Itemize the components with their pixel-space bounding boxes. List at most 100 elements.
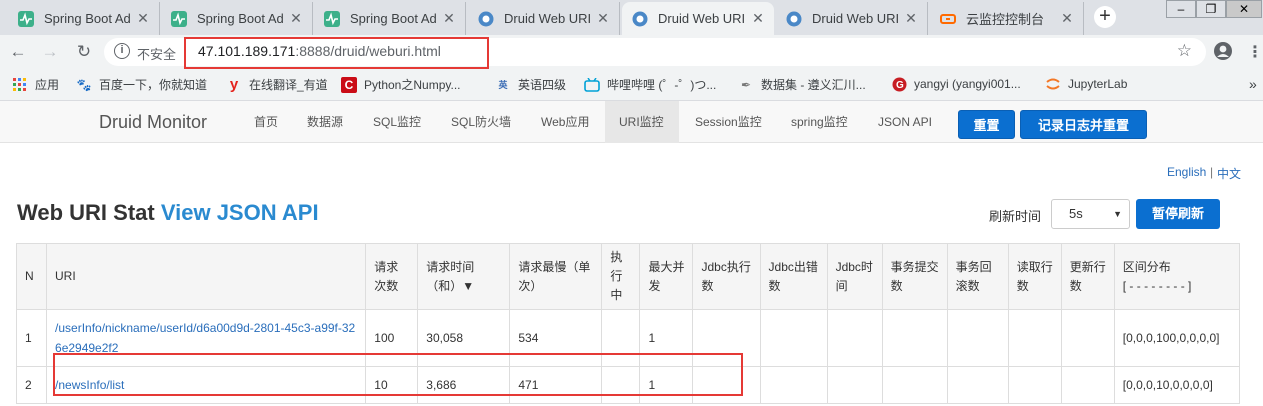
nav-home[interactable]: 首页 (240, 101, 292, 143)
reset-button[interactable]: 重置 (958, 110, 1015, 139)
page-title-text: Web URI Stat (17, 200, 155, 225)
close-icon[interactable]: ✕ (135, 10, 151, 26)
reload-button[interactable]: ↻ (73, 41, 95, 63)
bookmark-item[interactable]: JupyterLab (1045, 76, 1127, 92)
json-api-link[interactable]: View JSON API (161, 200, 319, 225)
refresh-label: 刷新时间 (989, 209, 1042, 224)
cell-jdbc-time (826, 366, 883, 404)
close-icon[interactable]: ✕ (750, 10, 766, 26)
account-icon[interactable] (1213, 41, 1233, 61)
druid-navbar: Druid Monitor 首页 数据源 SQL监控 SQL防火墙 Web应用 … (0, 101, 1263, 143)
druid-icon (632, 11, 648, 27)
nav-sql-firewall[interactable]: SQL防火墙 (437, 101, 525, 143)
forward-button[interactable]: → (39, 41, 61, 63)
caret-down-icon: ▼ (1113, 209, 1122, 219)
brand-title[interactable]: Druid Monitor (99, 112, 207, 133)
lang-chinese-link[interactable]: 中文 (1217, 165, 1241, 182)
column-header[interactable]: 区间分布 [ - - - - - - - - ] (1113, 243, 1241, 310)
browser-tab-strip: Spring Boot Ad ✕ Spring Boot Ad ✕ Spring… (0, 0, 1263, 35)
bookmark-item[interactable]: ✒ 数据集 - 遵义汇川... (738, 76, 866, 93)
csdn-icon: C (341, 76, 357, 93)
gitee-icon: G (891, 76, 907, 92)
refresh-interval-select[interactable]: 5s ▼ (1051, 199, 1130, 229)
pause-refresh-button[interactable]: 暂停刷新 (1136, 199, 1220, 229)
page-title: Web URI Stat View JSON API (17, 200, 319, 226)
cell-tx-commit (881, 309, 948, 367)
cell-read-rows (1007, 366, 1062, 404)
table-header-row: N URI 请求次数 请求时间（和）▼ 请求最慢（单次） 执行中 最大并发 Jd… (15, 243, 1241, 310)
column-header[interactable]: 请求最慢（单次） (509, 243, 603, 310)
bookmark-item[interactable]: 哔哩哔哩 (゜-゜)つ... (584, 76, 716, 93)
cell-tx-rollback (946, 309, 1009, 367)
browser-tab[interactable]: Spring Boot Ad ✕ (314, 2, 466, 35)
info-icon[interactable]: i (114, 43, 130, 59)
browser-tab[interactable]: Druid Web URI ✕ (776, 2, 928, 35)
nav-uri-monitor[interactable]: URI监控 (605, 101, 679, 143)
reset-log-button[interactable]: 记录日志并重置 (1020, 110, 1147, 139)
star-icon[interactable]: ☆ (1177, 41, 1192, 61)
bookmark-item[interactable]: 应用 (12, 76, 59, 93)
column-header[interactable]: Jdbc出错数 (759, 243, 828, 310)
aliyun-icon (940, 11, 956, 27)
nav-datasource[interactable]: 数据源 (293, 101, 357, 143)
cell-jdbc-time (826, 309, 883, 367)
column-header[interactable]: 请求次数 (365, 243, 419, 310)
browser-tab[interactable]: Druid Web URI ✕ (468, 2, 620, 35)
nav-session-monitor[interactable]: Session监控 (681, 101, 776, 143)
close-icon[interactable]: ✕ (1059, 10, 1075, 26)
druid-icon (478, 11, 494, 27)
new-tab-button[interactable]: + (1094, 6, 1116, 28)
maximize-button[interactable]: ❐ (1196, 0, 1226, 18)
bookmark-item[interactable]: Gyangyi (yangyi001... (891, 76, 1021, 92)
bookmark-item[interactable]: 🐾 百度一下，你就知道 (76, 76, 208, 93)
bookmarks-overflow-button[interactable]: » (1249, 76, 1257, 92)
column-header[interactable]: 执行中 (601, 243, 641, 310)
column-header[interactable]: 事务提交数 (881, 243, 948, 310)
column-header[interactable]: URI (46, 243, 367, 310)
refresh-interval-value: 5s (1069, 206, 1083, 221)
apps-grid-icon (12, 77, 28, 93)
cell-jdbc-err (759, 309, 828, 367)
cell-update-rows (1060, 366, 1115, 404)
close-icon[interactable]: ✕ (441, 10, 457, 26)
minimize-button[interactable]: – (1166, 0, 1196, 18)
uri-link[interactable]: /userInfo/nickname/userId/d6a00d9d-2801-… (55, 321, 355, 355)
browser-tab-active[interactable]: Druid Web URI ✕ (622, 2, 774, 35)
url-highlight-box (184, 37, 489, 69)
youdao-icon: y (229, 76, 239, 93)
cell-tx-commit (881, 366, 948, 404)
bookmark-item[interactable]: 英英语四级 (495, 76, 566, 93)
column-header[interactable]: N (15, 243, 48, 310)
bilibili-icon (584, 77, 600, 93)
close-icon[interactable]: ✕ (288, 10, 304, 26)
jupyter-icon (1045, 76, 1061, 92)
column-header[interactable]: Jdbc时间 (826, 243, 883, 310)
column-header[interactable]: 更新行数 (1060, 243, 1115, 310)
close-icon[interactable]: ✕ (903, 10, 919, 26)
bookmarks-bar: 应用 🐾 百度一下，你就知道 y 在线翻译_有道 C Python之Numpy... … (0, 69, 1263, 101)
browser-tab[interactable]: Spring Boot Ad ✕ (8, 2, 160, 35)
nav-sql-monitor[interactable]: SQL监控 (359, 101, 435, 143)
more-menu-icon[interactable]: ⋮ (1247, 42, 1263, 62)
browser-tab[interactable]: Spring Boot Ad ✕ (161, 2, 313, 35)
column-header[interactable]: 请求时间（和）▼ (417, 243, 511, 310)
window-close-button[interactable]: ✕ (1226, 0, 1262, 18)
column-header[interactable]: 最大并发 (639, 243, 694, 310)
column-header[interactable]: Jdbc执行数 (692, 243, 761, 310)
column-header[interactable]: 读取行数 (1007, 243, 1062, 310)
svg-text:G: G (896, 80, 904, 91)
lang-english-link[interactable]: English (1167, 165, 1206, 179)
browser-tab[interactable]: 云监控控制台 ✕ (930, 2, 1084, 35)
nav-json-api[interactable]: JSON API (864, 101, 946, 143)
close-icon[interactable]: ✕ (595, 10, 611, 26)
bookmark-item[interactable]: C Python之Numpy... (341, 76, 460, 93)
druid-icon (786, 11, 802, 27)
cell-update-rows (1060, 309, 1115, 367)
bookmark-item[interactable]: y 在线翻译_有道 (226, 76, 328, 93)
nav-spring-monitor[interactable]: spring监控 (777, 101, 862, 143)
cell-read-rows (1007, 309, 1062, 367)
column-header[interactable]: 事务回滚数 (946, 243, 1009, 310)
nav-web-app[interactable]: Web应用 (527, 101, 603, 143)
cell-n: 2 (15, 366, 48, 404)
back-button[interactable]: ← (7, 41, 29, 63)
